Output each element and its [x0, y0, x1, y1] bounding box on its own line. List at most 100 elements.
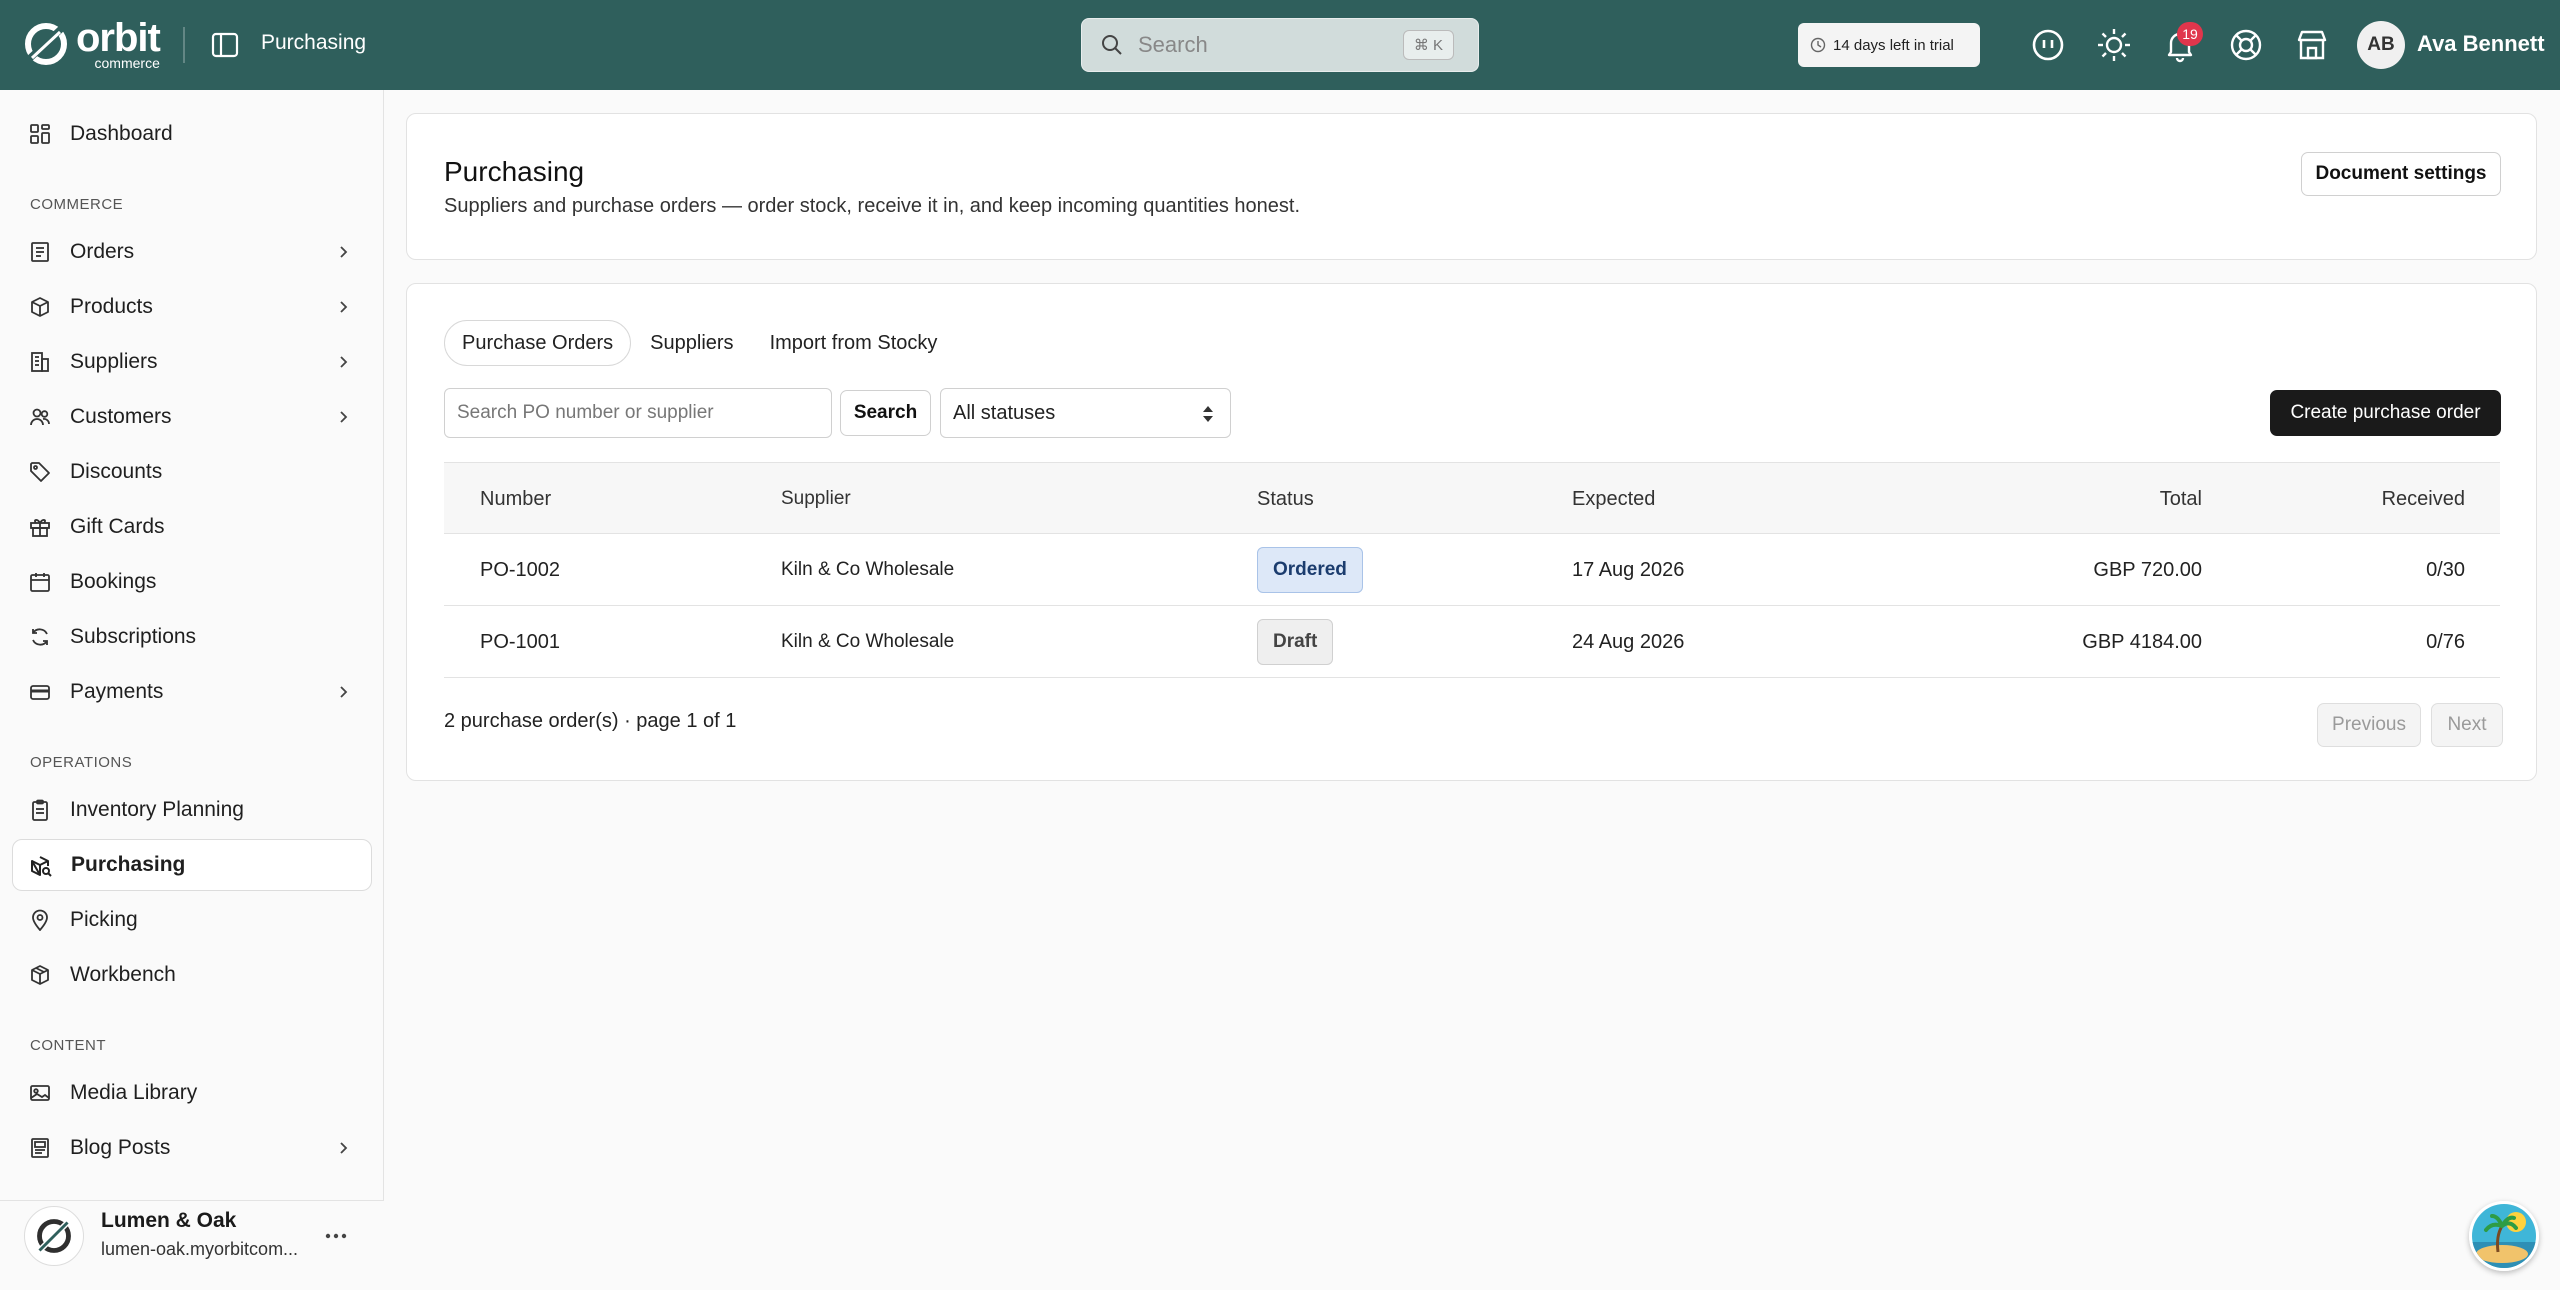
sidebar-toggle-icon[interactable]: [210, 30, 240, 60]
chevron-right-icon: [340, 301, 348, 313]
global-search[interactable]: ⌘ K: [1081, 18, 1479, 72]
po-number[interactable]: PO-1002: [480, 534, 560, 606]
sidebar-item-suppliers[interactable]: Suppliers: [12, 336, 372, 388]
sidebar-item-label: Blog Posts: [70, 1136, 171, 1159]
sidebar-item-picking[interactable]: Picking: [12, 894, 372, 946]
column-header-status[interactable]: Status: [1257, 463, 1314, 535]
sidebar-item-inventory-planning[interactable]: Inventory Planning: [12, 784, 372, 836]
po-received: 0/30: [2426, 558, 2465, 581]
help-icon[interactable]: [2228, 27, 2264, 63]
sidebar-item-media-library[interactable]: Media Library: [12, 1067, 372, 1119]
user-avatar[interactable]: AB: [2357, 21, 2405, 69]
tab-bar: Purchase Orders Suppliers Import from St…: [444, 320, 954, 366]
pagination-summary: 2 purchase order(s) · page 1 of 1: [444, 710, 737, 732]
calendar-icon: [30, 573, 50, 592]
sidebar-item-orders[interactable]: Orders: [12, 226, 372, 278]
search-button[interactable]: Search: [840, 390, 931, 436]
sidebar-item-label: Workbench: [70, 963, 176, 986]
section-heading-commerce: COMMERCE: [30, 196, 124, 213]
table-row[interactable]: PO-1001 Kiln & Co Wholesale Draft 24 Aug…: [444, 606, 2500, 678]
sidebar-item-subscriptions[interactable]: Subscriptions: [12, 611, 372, 663]
sidebar-item-label: Customers: [70, 405, 172, 428]
table-row[interactable]: PO-1002 Kiln & Co Wholesale Ordered 17 A…: [444, 534, 2500, 606]
column-header-total[interactable]: Total: [2160, 463, 2202, 535]
store-name: Lumen & Oak: [101, 1209, 237, 1232]
sidebar-item-label: Dashboard: [70, 122, 173, 145]
blog-icon: [31, 1138, 49, 1158]
document-settings-button[interactable]: Document settings: [2301, 152, 2501, 196]
column-header-received[interactable]: Received: [2382, 463, 2465, 535]
more-options-icon[interactable]: [323, 1226, 349, 1246]
chevron-right-icon: [340, 356, 348, 368]
top-bar: orbit commerce Purchasing ⌘ K 14 days le…: [0, 0, 2560, 90]
user-name[interactable]: Ava Bennett: [2417, 31, 2545, 57]
trial-badge[interactable]: 14 days left in trial: [1798, 23, 1980, 67]
sidebar-item-blog-posts[interactable]: Blog Posts: [12, 1122, 372, 1174]
sidebar-item-workbench[interactable]: Workbench: [12, 949, 372, 1001]
orbit-logo-icon: [25, 23, 67, 65]
status-filter-value: All statuses: [953, 401, 1056, 424]
image-icon: [30, 1085, 50, 1101]
sidebar-item-label: Payments: [70, 680, 164, 703]
chevron-right-icon: [340, 686, 348, 698]
sidebar-item-gift-cards[interactable]: Gift Cards: [12, 501, 372, 553]
po-status-cell: Draft: [1257, 606, 1334, 678]
purchase-orders-table: Number Supplier Status Expected Total Re…: [444, 462, 2500, 678]
po-expected-date: 17 Aug 2026: [1572, 558, 1685, 581]
column-header-number[interactable]: Number: [480, 463, 551, 535]
status-badge: Ordered: [1257, 547, 1363, 593]
sidebar-item-payments[interactable]: Payments: [12, 666, 372, 718]
po-expected-date: 24 Aug 2026: [1572, 630, 1685, 653]
box-icon: [31, 297, 49, 317]
clock-icon: [1810, 37, 1826, 53]
chevron-right-icon: [340, 246, 348, 258]
orders-icon: [31, 242, 49, 262]
theme-toggle-icon[interactable]: [2096, 27, 2132, 63]
brand-logo[interactable]: orbit commerce: [22, 18, 161, 70]
feedback-icon[interactable]: [2030, 27, 2066, 63]
po-search-input[interactable]: [444, 388, 832, 438]
cube-icon: [31, 965, 49, 985]
purchase-orders-card: Purchase Orders Suppliers Import from St…: [406, 283, 2537, 781]
sidebar-item-label: Inventory Planning: [70, 798, 244, 821]
sidebar-item-label: Media Library: [70, 1081, 198, 1104]
sidebar-item-discounts[interactable]: Discounts: [12, 446, 372, 498]
column-header-expected[interactable]: Expected: [1572, 463, 1655, 535]
sidebar-item-dashboard[interactable]: Dashboard: [12, 108, 372, 160]
beach-scene-icon: [2472, 1204, 2536, 1268]
create-purchase-order-button[interactable]: Create purchase order: [2270, 390, 2501, 436]
next-page-button[interactable]: Next: [2431, 703, 2503, 747]
sidebar-item-customers[interactable]: Customers: [12, 391, 372, 443]
global-search-input[interactable]: [1138, 32, 1398, 58]
column-header-supplier[interactable]: Supplier: [781, 463, 851, 535]
section-heading-operations: OPERATIONS: [30, 754, 133, 771]
sidebar-item-purchasing[interactable]: Purchasing: [12, 839, 372, 891]
section-heading-content: CONTENT: [30, 1037, 106, 1054]
store-icon[interactable]: [2294, 27, 2330, 63]
po-number[interactable]: PO-1001: [480, 606, 560, 678]
sidebar-item-label: Bookings: [70, 570, 157, 593]
po-supplier: Kiln & Co Wholesale: [781, 631, 955, 652]
clipboard-icon: [32, 799, 48, 821]
select-arrows-icon: [1203, 406, 1213, 422]
dashboard-icon: [30, 124, 50, 144]
po-total: GBP 4184.00: [2082, 630, 2202, 653]
sidebar-item-label: Purchasing: [71, 853, 186, 876]
table-header: Number Supplier Status Expected Total Re…: [444, 462, 2500, 534]
tab-suppliers[interactable]: Suppliers: [633, 320, 750, 366]
search-shortcut: ⌘ K: [1402, 30, 1454, 60]
status-filter-select[interactable]: All statuses: [940, 388, 1231, 438]
po-received: 0/76: [2426, 630, 2465, 653]
po-status-cell: Ordered: [1257, 534, 1363, 606]
store-logo-icon: [24, 1206, 84, 1266]
sidebar-item-products[interactable]: Products: [12, 281, 372, 333]
tab-import-from-stocky[interactable]: Import from Stocky: [753, 320, 955, 366]
gift-icon: [30, 519, 50, 537]
chevron-right-icon: [340, 1142, 348, 1154]
box-tag-icon: [31, 856, 52, 877]
sidebar-item-bookings[interactable]: Bookings: [12, 556, 372, 608]
assistant-avatar[interactable]: [2469, 1201, 2539, 1271]
previous-page-button[interactable]: Previous: [2317, 703, 2421, 747]
tab-purchase-orders[interactable]: Purchase Orders: [444, 320, 632, 366]
page-description: Suppliers and purchase orders — order st…: [444, 195, 1301, 217]
